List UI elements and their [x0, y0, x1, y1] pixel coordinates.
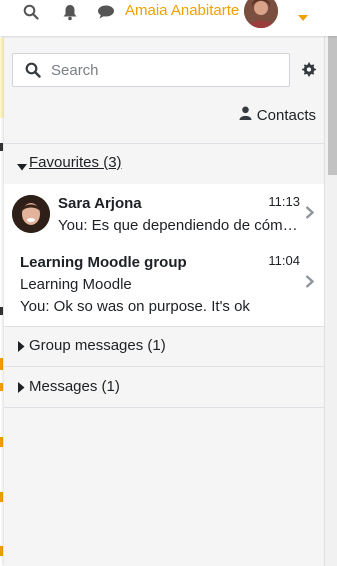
- background-mark: [0, 143, 3, 151]
- conversation-name: Learning Moodle group: [20, 254, 187, 271]
- favourites-list: Sara Arjona 11:13 You: Es que dependiend…: [4, 184, 324, 326]
- conversation-name: Sara Arjona: [58, 195, 142, 212]
- conversation-time: 11:13: [268, 194, 300, 209]
- caret-down-icon: [17, 158, 27, 175]
- group-messages-label: Group messages (1): [29, 337, 166, 354]
- conversation-item[interactable]: Learning Moodle group 11:04 Learning Moo…: [4, 244, 324, 326]
- chevron-right-icon: [305, 206, 315, 224]
- gear-icon[interactable]: [301, 62, 316, 82]
- caret-down-icon[interactable]: [298, 8, 308, 26]
- conversation-time: 11:04: [268, 253, 300, 268]
- background-mark: [0, 492, 3, 502]
- conversation-item[interactable]: Sara Arjona 11:13 You: Es que dependiend…: [4, 184, 324, 244]
- background-mark: [0, 307, 3, 315]
- user-icon: [239, 106, 252, 124]
- contacts-label: Contacts: [256, 106, 316, 124]
- messaging-drawer: Contacts Favourites (3) Sara Arjona 11:1…: [4, 36, 324, 566]
- background-mark: [0, 383, 3, 391]
- search-input[interactable]: [51, 54, 281, 86]
- favourites-section-header[interactable]: Favourites (3): [4, 143, 324, 183]
- caret-right-icon: [18, 339, 25, 356]
- conversation-subtitle: Learning Moodle: [20, 276, 132, 293]
- bell-icon[interactable]: [62, 4, 78, 22]
- background-mark: [0, 437, 3, 447]
- contacts-link[interactable]: Contacts: [239, 106, 316, 124]
- messages-label: Messages (1): [29, 378, 120, 395]
- conversation-preview: You: Ok so was on purpose. It's ok: [20, 298, 250, 315]
- group-messages-section-header[interactable]: Group messages (1): [4, 326, 324, 366]
- divider: [4, 407, 324, 408]
- chevron-right-icon: [305, 275, 315, 293]
- search-icon[interactable]: [23, 4, 39, 22]
- caret-right-icon: [18, 380, 25, 397]
- search-box[interactable]: [12, 53, 290, 87]
- user-name[interactable]: Amaia Anabitarte: [125, 2, 239, 19]
- background-mark: [0, 358, 3, 370]
- top-navbar: Amaia Anabitarte: [0, 0, 337, 36]
- avatar: [12, 195, 50, 233]
- search-icon: [25, 62, 41, 83]
- background-mark: [0, 546, 3, 556]
- conversation-preview: You: Es que dependiendo de cóm…: [58, 217, 298, 234]
- scrollbar[interactable]: [324, 0, 337, 566]
- chat-icon[interactable]: [97, 4, 115, 22]
- user-avatar[interactable]: [244, 0, 278, 28]
- favourites-label: Favourites (3): [29, 154, 122, 171]
- messages-section-header[interactable]: Messages (1): [4, 367, 324, 407]
